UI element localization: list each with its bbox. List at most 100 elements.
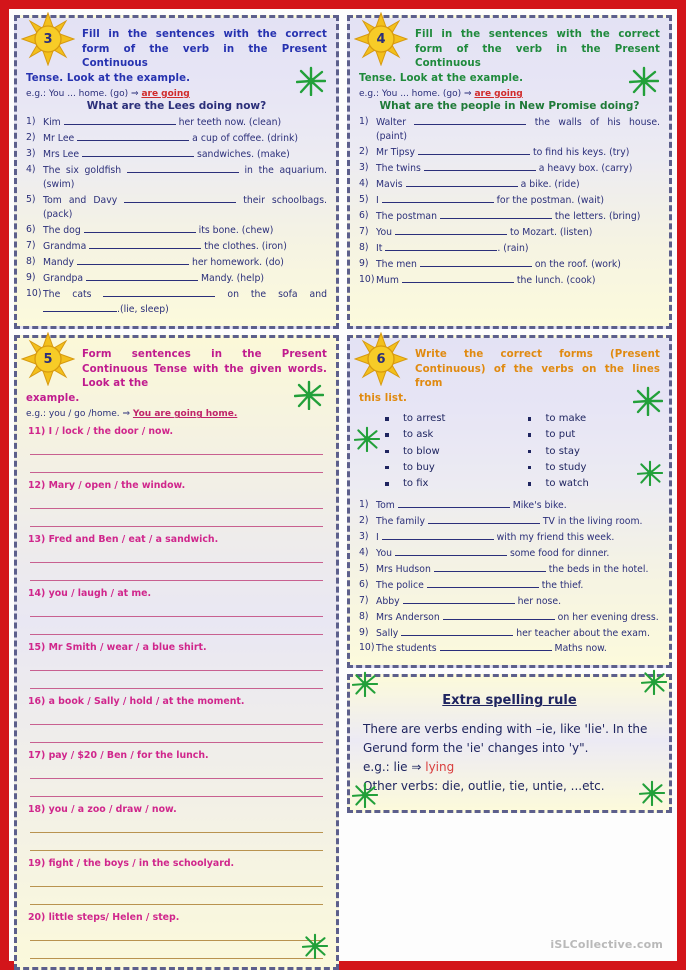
answer-blank[interactable] — [417, 145, 530, 156]
answer-writing-line[interactable] — [30, 945, 323, 960]
gap-fill-item: 3) Mrs Lee sandwiches. (make) — [26, 147, 327, 162]
answer-blank[interactable] — [126, 163, 239, 173]
gap-fill-item: 8) It . (rain) — [359, 241, 660, 256]
answer-writing-line[interactable] — [30, 891, 323, 906]
answer-blank[interactable] — [381, 193, 494, 204]
gap-fill-item: 7) Abby her nose. — [359, 594, 660, 609]
answer-blank[interactable] — [63, 115, 176, 125]
example-line-4: e.g.: You ... home. (go) ⇒ are going — [359, 89, 660, 99]
item-text: The cats on the sofa and .(lie, sleep) — [43, 287, 327, 316]
answer-blank[interactable] — [419, 257, 532, 267]
item-number: 9) — [26, 272, 36, 284]
answer-writing-line[interactable] — [30, 441, 323, 456]
watermark: iSLCollective.com — [550, 938, 663, 951]
answer-blank[interactable] — [82, 147, 195, 157]
answer-blank[interactable] — [405, 177, 518, 188]
item-text: Mrs Hudson the beds in the hotel. — [376, 562, 649, 575]
instruction-text: Fill in the sentences with the correct f… — [415, 29, 660, 69]
answer-writing-line[interactable] — [30, 549, 323, 564]
verb-list-item: to ask — [381, 427, 518, 443]
item-text: Walter the walls of his house. (paint) — [376, 115, 660, 143]
answer-blank[interactable] — [442, 610, 555, 620]
answer-blank[interactable] — [89, 239, 202, 250]
arrow-icon: ⇒ — [122, 409, 133, 420]
gap-fill-item: 7) You to Mozart. (listen) — [359, 225, 660, 240]
gap-fill-item: 8) Mrs Anderson on her evening dress. — [359, 610, 660, 625]
answer-writing-line[interactable] — [30, 621, 323, 636]
answer-writing-line[interactable] — [30, 711, 323, 726]
answer-writing-line[interactable] — [30, 567, 323, 582]
answer-blank[interactable] — [427, 514, 540, 525]
answer-writing-line[interactable] — [30, 513, 323, 528]
item-number: 3) — [359, 531, 369, 543]
answer-writing-line[interactable] — [30, 495, 323, 510]
answer-writing-line[interactable] — [30, 873, 323, 888]
gap-fill-item: 5) I for the postman. (wait) — [359, 193, 660, 208]
answer-blank[interactable] — [414, 115, 527, 125]
item-text: Mum the lunch. (cook) — [376, 273, 596, 286]
answer-writing-line[interactable] — [30, 819, 323, 834]
item-text: Kim her teeth now. (clean) — [43, 115, 282, 128]
gap-fill-list-6: 1) Tom Mike's bike. 2) The family TV in the… — [359, 498, 660, 657]
answer-writing-line[interactable] — [30, 459, 323, 474]
answer-blank[interactable] — [86, 271, 199, 282]
answer-writing-line[interactable] — [30, 603, 323, 618]
extra-rule-body: There are verbs ending with –ie, like 'l… — [359, 720, 660, 802]
answer-blank[interactable] — [381, 530, 494, 541]
answer-blank[interactable] — [439, 641, 552, 652]
gap-fill-list-3: 1) Kim her teeth now. (clean) 2) Mr Lee a c… — [26, 115, 327, 318]
answer-blank[interactable] — [385, 241, 498, 251]
answer-blank[interactable] — [124, 193, 237, 204]
verb-list-item: to watch — [524, 476, 661, 492]
answer-blank[interactable] — [401, 626, 514, 636]
answer-writing-line[interactable] — [30, 765, 323, 780]
answer-writing-line[interactable] — [30, 927, 323, 942]
item-text: You some food for dinner. — [376, 546, 610, 560]
answer-blank[interactable] — [401, 273, 514, 283]
answer-blank[interactable] — [394, 546, 507, 557]
exercise-panel-3: 3 Fill in the sentences with the correct… — [14, 12, 339, 330]
example-answer: are going — [474, 89, 523, 99]
answer-blank[interactable] — [83, 223, 196, 234]
answer-blank[interactable] — [76, 255, 189, 266]
item-text: Tom and Davy their schoolbags. (pack) — [43, 193, 327, 221]
answer-writing-line[interactable] — [30, 675, 323, 690]
item-number: 7) — [359, 225, 369, 237]
item-number: 5) — [359, 194, 369, 206]
instruction-tail: Tense. Look at the example. — [359, 72, 524, 84]
gap-fill-item: 6) The dog its bone. (chew) — [26, 223, 327, 238]
answer-blank[interactable] — [43, 302, 117, 313]
answer-writing-line[interactable] — [30, 783, 323, 798]
item-text: Mrs Anderson on her evening dress. — [376, 610, 659, 623]
answer-blank[interactable] — [77, 131, 190, 141]
answer-blank[interactable] — [397, 498, 510, 509]
answer-blank[interactable] — [426, 578, 539, 588]
instruction-tail: example. — [26, 392, 80, 404]
exercise-number-4: 4 — [376, 31, 386, 47]
exercise-instruction-3: Fill in the sentences with the correct f… — [26, 28, 327, 86]
exercise-panel-6: 6 Write the correct forms (Present Conti… — [347, 332, 672, 669]
sentence-prompt: 19) fight / the boys / in the schoolyard… — [28, 858, 235, 870]
sentence-prompt: 20) little steps/ Helen / step. — [28, 912, 180, 924]
example-answer: are going — [141, 89, 190, 99]
item-text: Sally her teacher about the exam. — [376, 626, 650, 639]
answer-writing-line[interactable] — [30, 729, 323, 744]
extra-rule-example: e.g.: lie ⇒ lying — [363, 758, 656, 777]
answer-blank[interactable] — [433, 562, 546, 572]
gap-fill-item: 5) Tom and Davy their schoolbags. (pack) — [26, 193, 327, 223]
answer-writing-line[interactable] — [30, 837, 323, 852]
gap-fill-item: 8) Mandy her homework. (do) — [26, 255, 327, 270]
instruction-text: Write the correct forms (Present Continu… — [415, 349, 660, 390]
exercise-instruction-5: Form sentences in the Present Continuous… — [26, 348, 327, 406]
sentence-prompt: 16) a book / Sally / hold / at the momen… — [28, 696, 245, 708]
answer-blank[interactable] — [394, 225, 507, 235]
answer-blank[interactable] — [439, 209, 552, 219]
answer-blank[interactable] — [423, 161, 536, 172]
answer-blank[interactable] — [103, 287, 216, 297]
sentence-prompt-list: 11) I / lock / the door / now. 12) Mary /… — [26, 426, 327, 960]
item-number: 5) — [359, 562, 369, 574]
exercise-instruction-6: Write the correct forms (Present Continu… — [359, 348, 660, 406]
answer-blank[interactable] — [402, 594, 515, 604]
item-number: 7) — [26, 240, 36, 252]
answer-writing-line[interactable] — [30, 657, 323, 672]
